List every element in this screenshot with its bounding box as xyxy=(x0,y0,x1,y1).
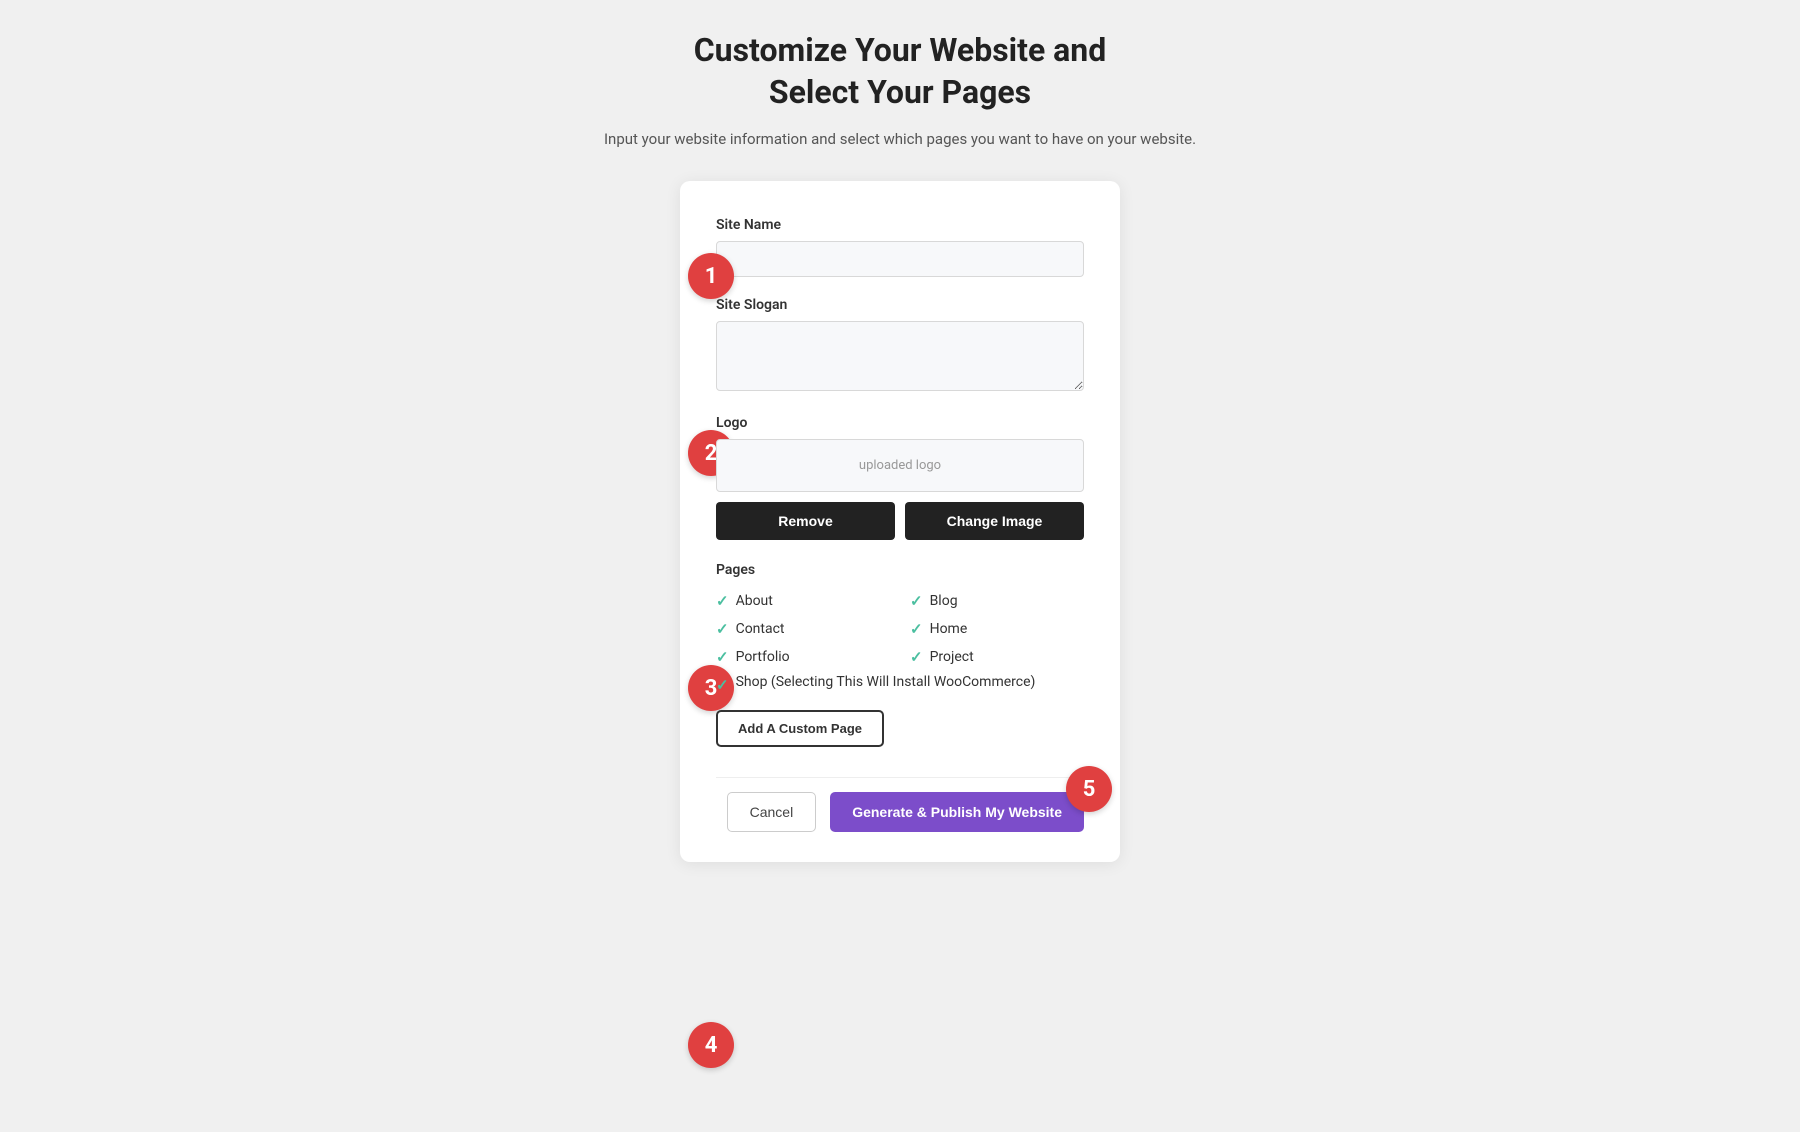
page-title: Customize Your Website and Select Your P… xyxy=(604,30,1196,113)
site-slogan-label: Site Slogan xyxy=(716,297,1084,313)
check-icon-contact: ✓ xyxy=(716,620,729,638)
site-slogan-section: 2 Site Slogan xyxy=(716,297,1084,395)
step-1-bubble: 1 xyxy=(688,253,734,299)
page-item-project[interactable]: ✓ Project xyxy=(910,648,1084,666)
check-icon-about: ✓ xyxy=(716,592,729,610)
page-item-home[interactable]: ✓ Home xyxy=(910,620,1084,638)
pages-section: 4 Pages ✓ About ✓ Blog ✓ Contact ✓ Home xyxy=(716,562,1084,757)
remove-button[interactable]: Remove xyxy=(716,502,895,540)
logo-preview-text: uploaded logo xyxy=(859,458,941,473)
step-5-bubble: 5 xyxy=(1066,766,1112,812)
publish-button[interactable]: Generate & Publish My Website xyxy=(830,792,1084,832)
pages-label: Pages xyxy=(716,562,1084,578)
change-image-button[interactable]: Change Image xyxy=(905,502,1084,540)
check-icon-portfolio: ✓ xyxy=(716,648,729,666)
site-slogan-input[interactable] xyxy=(716,321,1084,391)
page-item-about[interactable]: ✓ About xyxy=(716,592,890,610)
site-name-input[interactable] xyxy=(716,241,1084,277)
check-icon-project: ✓ xyxy=(910,648,923,666)
page-label-blog: Blog xyxy=(930,593,958,609)
page-subtitle: Input your website information and selec… xyxy=(604,127,1196,151)
form-footer: 5 Cancel Generate & Publish My Website xyxy=(716,777,1084,832)
page-header: Customize Your Website and Select Your P… xyxy=(604,30,1196,151)
step-4-bubble: 4 xyxy=(688,1022,734,1068)
page-item-portfolio[interactable]: ✓ Portfolio xyxy=(716,648,890,666)
add-custom-page-button[interactable]: Add A Custom Page xyxy=(716,710,884,747)
pages-grid: ✓ About ✓ Blog ✓ Contact ✓ Home ✓ Port xyxy=(716,592,1084,666)
form-card-wrapper: 1 Site Name 2 Site Slogan 3 Logo uploade… xyxy=(680,171,1120,862)
page-item-shop[interactable]: ✓ Shop (Selecting This Will Install WooC… xyxy=(716,674,1084,694)
page-label-project: Project xyxy=(930,649,974,665)
check-icon-blog: ✓ xyxy=(910,592,923,610)
page-label-about: About xyxy=(736,593,773,609)
check-icon-home: ✓ xyxy=(910,620,923,638)
check-icon-shop: ✓ xyxy=(716,676,729,694)
page-item-blog[interactable]: ✓ Blog xyxy=(910,592,1084,610)
logo-buttons: Remove Change Image xyxy=(716,502,1084,540)
logo-section: 3 Logo uploaded logo Remove Change Image xyxy=(716,415,1084,540)
logo-label: Logo xyxy=(716,415,1084,431)
logo-preview: uploaded logo xyxy=(716,439,1084,492)
page-label-portfolio: Portfolio xyxy=(736,649,790,665)
page-item-contact[interactable]: ✓ Contact xyxy=(716,620,890,638)
page-label-shop: Shop (Selecting This Will Install WooCom… xyxy=(736,674,1036,690)
site-name-label: Site Name xyxy=(716,217,1084,233)
form-card: 1 Site Name 2 Site Slogan 3 Logo uploade… xyxy=(680,181,1120,862)
page-label-home: Home xyxy=(930,621,968,637)
page-label-contact: Contact xyxy=(736,621,785,637)
site-name-section: 1 Site Name xyxy=(716,217,1084,277)
cancel-button[interactable]: Cancel xyxy=(727,792,817,832)
